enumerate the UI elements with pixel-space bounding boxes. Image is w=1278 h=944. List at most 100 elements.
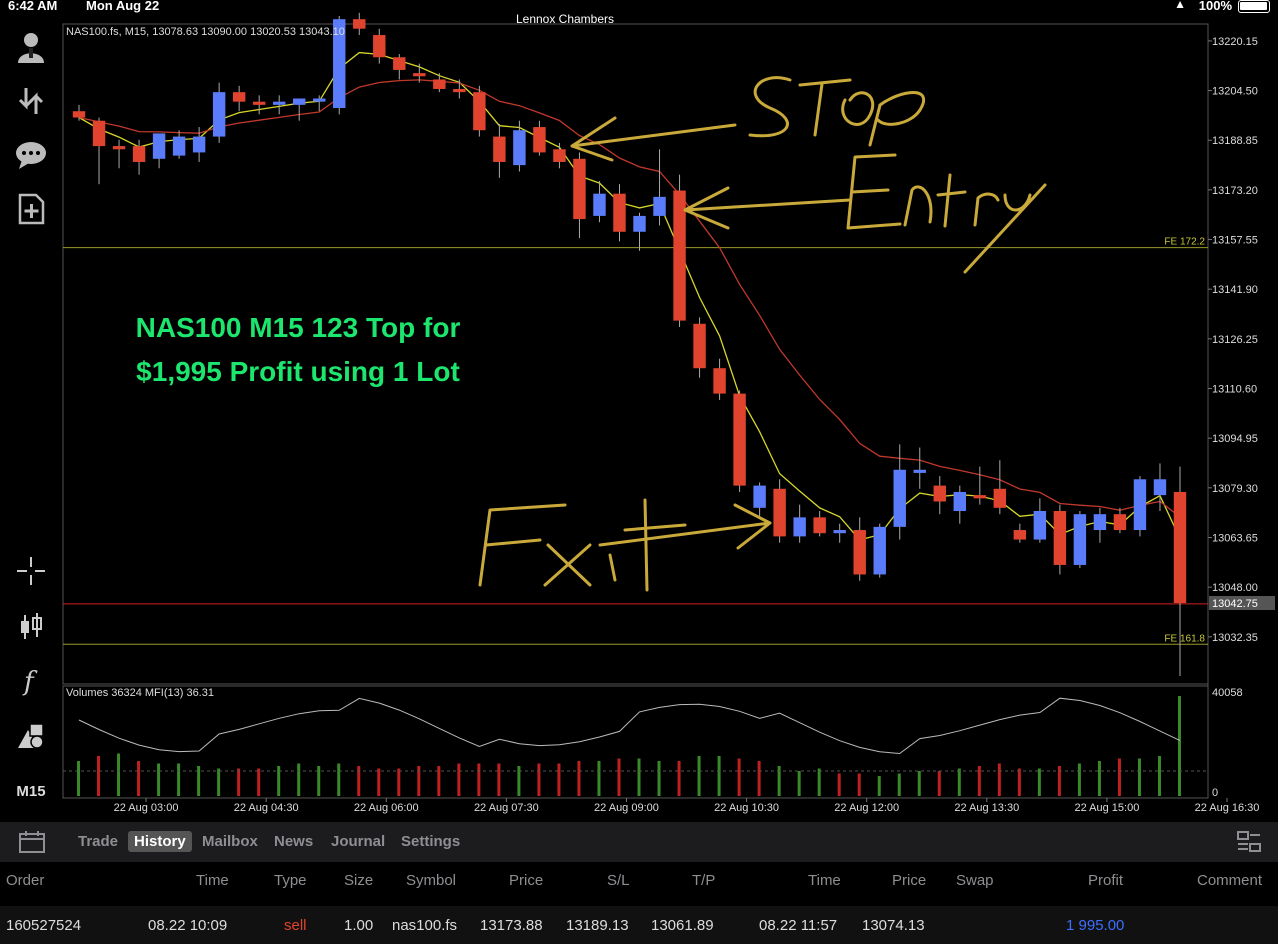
col-tp: T/P [692,872,716,889]
stop-arrow [570,116,737,162]
volume-bar [817,768,821,796]
cell-size: 1.00 [344,917,374,934]
col-sl: S/L [607,872,630,889]
tab-mailbox[interactable]: Mailbox [196,831,264,852]
candle-body [92,120,106,147]
candle-body [313,98,326,102]
col-profit: Profit [1088,872,1124,889]
col-close-price: Price [892,872,927,889]
y-tick-label: 13204.50 [1212,86,1258,98]
candle-body [112,146,126,150]
candlestick-icon[interactable] [12,608,50,644]
y-tick-label: 13063.65 [1212,532,1258,544]
new-document-icon[interactable] [12,191,50,227]
chat-icon[interactable] [12,137,50,173]
candle-body [693,323,706,369]
mfi-line [78,697,1181,755]
cell-close-time: 08.22 11:57 [759,917,838,934]
candle-body [433,79,446,89]
y-tick-label: 13079.30 [1212,483,1258,495]
volume-bar [217,768,221,796]
tab-history[interactable]: History [128,831,192,852]
function-icon[interactable]: f [12,663,50,699]
col-order: Order [6,872,45,889]
candle-body [913,469,926,473]
col-close-time: Time [808,872,841,889]
y-tick-label: 13094.95 [1212,433,1258,445]
current-price-tag: 13042.75 [1212,598,1258,610]
svg-text:f: f [22,667,38,697]
chart-header: NAS100.fs, M15, 13078.63 13090.00 13020.… [66,26,345,38]
candle-body [973,495,987,499]
x-tick-label: 22 Aug 13:30 [954,802,1019,814]
volume-bar [897,773,901,796]
ma-fast-line [78,51,1181,541]
tab-trade[interactable]: Trade [72,831,124,852]
tab-news[interactable]: News [268,831,319,852]
tab-settings[interactable]: Settings [395,831,466,852]
candle-body [353,19,366,29]
volume-bar [797,771,801,796]
y-tick-label: 13110.60 [1212,384,1257,396]
volume-bar [177,763,181,796]
candle-body [292,98,306,105]
volume-bar [937,771,941,796]
candle-body [833,530,846,534]
candle-body [413,73,426,77]
candle-body [653,196,666,216]
trade-arrows-icon[interactable] [12,83,50,119]
candle-body [953,491,967,511]
x-tick-label: 22 Aug 10:30 [714,802,779,814]
volume-bar [97,756,101,796]
fe-level-label: FE 172.2 [1164,237,1205,248]
candle-body [813,517,826,534]
calendar-icon[interactable] [18,830,46,859]
layout-icon[interactable] [1236,830,1262,859]
cell-type: sell [284,917,307,934]
candle-body [513,130,526,166]
candle-body [212,92,226,137]
volume-bar [617,758,621,796]
volume-bar [577,761,581,796]
overlay-text-line2: $1,995 Profit using 1 Lot [136,356,460,387]
crosshair-icon[interactable] [12,553,50,589]
volume-bar [917,771,921,796]
history-table-header: Order Time Type Size Symbol Price S/L T/… [0,862,1278,900]
exit-word [478,498,687,592]
x-tick-label: 22 Aug 07:30 [474,802,539,814]
account-icon[interactable] [12,29,50,65]
volume-bar [137,761,141,796]
col-type: Type [274,872,307,889]
volume-bar [857,773,861,796]
candle-body [893,469,906,527]
volume-bar [1157,756,1161,796]
candle-body [733,393,746,486]
y-tick-label: 13173.20 [1212,185,1258,197]
volume-bar [717,756,721,796]
volume-bar [1097,761,1101,796]
timeframe-button[interactable]: M15 [12,773,50,809]
table-row[interactable]: 160527524 08.22 10:09 sell 1.00 nas100.f… [0,906,1278,944]
candle-body [773,488,786,537]
entry-word [846,153,1047,274]
bottom-tab-bar: Trade History Mailbox News Journal Setti… [0,822,1278,862]
y-tick-label: 13048.00 [1212,582,1258,594]
x-tick-label: 22 Aug 04:30 [234,802,299,814]
tab-journal[interactable]: Journal [325,831,391,852]
candle-body [1073,514,1087,565]
volume-bar [297,763,301,796]
candle-body [1113,514,1127,531]
volume-bar [1017,768,1021,796]
volume-bar [1117,758,1121,796]
x-tick-label: 22 Aug 03:00 [114,802,179,814]
candle-body [993,488,1007,508]
volume-header: Volumes 36324 MFI(13) 36.31 [66,687,214,699]
candle-body [1133,479,1147,531]
price-chart[interactable]: FE 172.2 FE 161.8 13220.15 13204.50 13188.8… [0,0,1278,822]
x-tick-label: 22 Aug 16:30 [1195,802,1260,814]
cell-open-time: 08.22 10:09 [148,917,228,934]
overlay-text-line1: NAS100 M15 123 Top for [136,312,461,343]
candle-body [793,517,806,537]
objects-icon[interactable] [12,717,50,753]
volume-bar [397,768,401,796]
